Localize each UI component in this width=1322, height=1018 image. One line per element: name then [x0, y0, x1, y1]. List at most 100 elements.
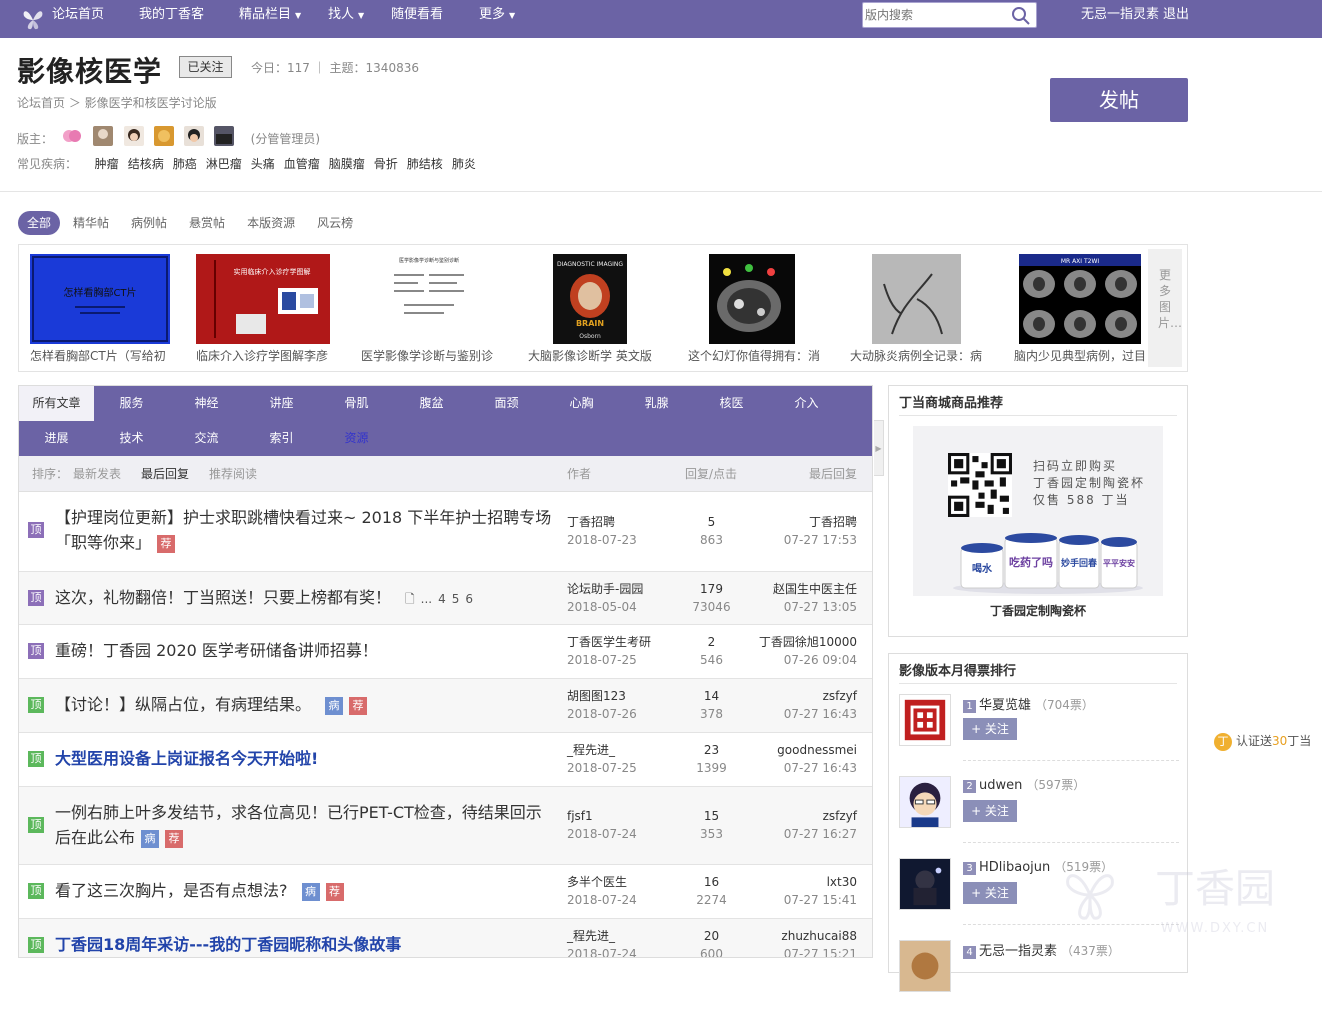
- last-reply[interactable]: 赵国生中医主任 07-27 13:05: [773, 580, 857, 616]
- disease-link[interactable]: 淋巴瘤: [206, 157, 242, 171]
- table-row[interactable]: 顶 【讨论！】纵隔占位，有病理结果。病荐 胡图图123 2018-07-26 14…: [19, 679, 872, 733]
- follow-button[interactable]: + 关注: [963, 718, 1017, 740]
- ad-caption[interactable]: 丁香园定制陶瓷杯: [889, 602, 1187, 619]
- nav-random[interactable]: 随便看看: [391, 0, 443, 30]
- thread-author[interactable]: 丁香招聘 2018-07-23: [567, 513, 637, 549]
- tab-nuclear[interactable]: 核医: [694, 386, 769, 421]
- last-reply[interactable]: 丁香招聘 07-27 17:53: [784, 513, 857, 549]
- thread-title[interactable]: 重磅！丁香园 2020 医学考研储备讲师招募！: [55, 638, 555, 663]
- last-reply[interactable]: goodnessmei 07-27 16:43: [777, 741, 857, 777]
- tab-interventional[interactable]: 介入: [769, 386, 844, 421]
- search-icon[interactable]: [1011, 6, 1031, 26]
- nav-find-people[interactable]: 找人 ▼: [328, 0, 364, 30]
- thread-author[interactable]: _程先进_ 2018-07-25: [567, 741, 637, 777]
- gallery-thumb-brain-mri[interactable]: MR AXI T2WI: [1019, 254, 1141, 344]
- thread-author[interactable]: fjsf1 2018-07-24: [567, 807, 637, 843]
- disease-link[interactable]: 骨折: [374, 157, 398, 171]
- user-name-link[interactable]: 无忌一指灵素: [1081, 0, 1159, 30]
- thread-author[interactable]: 论坛助手-园园 2018-05-04: [567, 580, 643, 616]
- thread-author[interactable]: _程先进_ 2018-07-24: [567, 927, 637, 957]
- moderator-avatar[interactable]: [62, 126, 82, 146]
- gallery-caption[interactable]: 怎样看胸部CT片（写给初: [30, 347, 172, 364]
- search-input[interactable]: [865, 6, 1005, 24]
- table-row[interactable]: 顶 丁香园18周年采访---我的丁香园昵称和头像故事 _程先进_ 2018-07-…: [19, 919, 872, 957]
- avatar[interactable]: [899, 694, 951, 746]
- table-row[interactable]: 顶 重磅！丁香园 2020 医学考研储备讲师招募！ 丁香医学生考研 2018-07…: [19, 625, 872, 679]
- filter-cases[interactable]: 病例帖: [122, 211, 176, 235]
- tab-service[interactable]: 服务: [94, 386, 169, 421]
- last-reply[interactable]: zsfzyf 07-27 16:43: [784, 687, 857, 723]
- filter-resources[interactable]: 本版资源: [238, 211, 304, 235]
- filter-essence[interactable]: 精华帖: [64, 211, 118, 235]
- page-link[interactable]: 4: [438, 592, 446, 606]
- moderator-avatar[interactable]: [124, 126, 144, 146]
- tab-musculoskeletal[interactable]: 骨肌: [319, 386, 394, 421]
- sidebar-collapse-toggle[interactable]: ▶: [874, 420, 884, 476]
- gallery-thumb-chest-ct[interactable]: 怎样看胸部CT片: [30, 254, 170, 344]
- breadcrumb[interactable]: 论坛首页 ＞ 影像医学和核医学讨论版: [17, 94, 217, 111]
- followed-button[interactable]: 已关注: [179, 56, 232, 78]
- moderator-avatar[interactable]: [93, 126, 113, 146]
- gallery-thumb-interventional-book[interactable]: 实用临床介入诊疗学图解: [196, 254, 330, 344]
- gallery-caption[interactable]: 医学影像学诊断与鉴别诊: [361, 347, 501, 364]
- tab-neuro[interactable]: 神经: [169, 386, 244, 421]
- follow-button[interactable]: + 关注: [963, 800, 1017, 822]
- tab-cardiothoracic[interactable]: 心胸: [544, 386, 619, 421]
- gallery-caption[interactable]: 大动脉炎病例全记录：病: [850, 347, 990, 364]
- gallery-thumb-brain-book[interactable]: DIAGNOSTIC IMAGING BRAIN Osborn: [553, 254, 627, 344]
- table-row[interactable]: 顶 看了这三次胸片，是否有点想法? 病荐 多半个医生 2018-07-24 16 22…: [19, 865, 872, 919]
- rank-user[interactable]: 4 无忌一指灵素 （437票）: [963, 940, 1120, 959]
- thread-title[interactable]: 看了这三次胸片，是否有点想法? 病荐: [55, 878, 555, 903]
- last-reply[interactable]: zhuzhucai88 07-27 15:21: [781, 927, 857, 957]
- page-link[interactable]: 5: [452, 592, 460, 606]
- sort-newest[interactable]: 最新发表: [73, 456, 121, 492]
- thread-title[interactable]: 丁香园18周年采访---我的丁香园昵称和头像故事: [55, 932, 555, 957]
- avatar[interactable]: [899, 940, 951, 992]
- gallery-caption[interactable]: 脑内少见典型病例，过目: [1014, 347, 1146, 364]
- moderator-avatar[interactable]: [184, 126, 204, 146]
- sort-recommended[interactable]: 推荐阅读: [209, 456, 257, 492]
- nav-my-dxy[interactable]: 我的丁香客: [139, 0, 204, 30]
- disease-link[interactable]: 脑膜瘤: [329, 157, 365, 171]
- last-reply[interactable]: 丁香园徐旭10000 07-26 09:04: [759, 633, 857, 669]
- follow-button[interactable]: + 关注: [963, 882, 1017, 904]
- table-row[interactable]: 顶 【护理岗位更新】护士求职跳槽快看过来~ 2018 下半年护士招聘专场「职等你…: [19, 492, 872, 572]
- thread-title[interactable]: 【护理岗位更新】护士求职跳槽快看过来~ 2018 下半年护士招聘专场「职等你来」…: [55, 505, 555, 555]
- thread-title[interactable]: 【讨论！】纵隔占位，有病理结果。病荐: [55, 692, 555, 717]
- last-reply[interactable]: lxt30 07-27 15:41: [784, 873, 857, 909]
- avatar[interactable]: [899, 776, 951, 828]
- avatar[interactable]: [899, 858, 951, 910]
- gallery-caption[interactable]: 大脑影像诊断学 英文版: [528, 347, 668, 364]
- page-link[interactable]: 6: [465, 592, 473, 606]
- rank-user[interactable]: 2 udwen （597票）: [963, 776, 1085, 793]
- clove-logo-icon[interactable]: [18, 4, 48, 34]
- sort-last-reply[interactable]: 最后回复: [141, 456, 189, 492]
- gallery-thumb-ct-slide[interactable]: [709, 254, 795, 344]
- thread-author[interactable]: 丁香医学生考研 2018-07-25: [567, 633, 651, 669]
- disease-link[interactable]: 肺炎: [452, 157, 476, 171]
- rank-user[interactable]: 1 华夏览雄 （704票）: [963, 694, 1094, 713]
- last-reply[interactable]: zsfzyf 07-27 16:27: [784, 807, 857, 843]
- nav-featured[interactable]: 精品栏目 ▼: [239, 0, 301, 30]
- disease-link[interactable]: 血管瘤: [284, 157, 320, 171]
- tab-lecture[interactable]: 讲座: [244, 386, 319, 421]
- gallery-caption[interactable]: 这个幻灯你值得拥有：消: [688, 347, 828, 364]
- verify-promo[interactable]: 丁认证送30丁当: [1214, 731, 1311, 751]
- more-images-button[interactable]: 更多图片…: [1148, 249, 1182, 367]
- mug-ad-banner[interactable]: 扫码立即购买 丁香园定制陶瓷杯 仅售 588 丁当 喝水 吃药了吗 妙手回春 平平安…: [913, 426, 1163, 596]
- disease-link[interactable]: 结核病: [128, 157, 164, 171]
- table-row[interactable]: 顶 这次，礼物翻倍！丁当照送！只要上榜都有奖！ 🗋... 4 5 6 论坛助手-园园 20…: [19, 572, 872, 625]
- thread-author[interactable]: 胡图图123 2018-07-26: [567, 687, 637, 723]
- tab-resources[interactable]: 资源: [319, 421, 394, 456]
- table-row[interactable]: 顶 大型医用设备上岗证报名今天开始啦! _程先进_ 2018-07-25 23 13…: [19, 733, 872, 787]
- tab-abdomen-pelvis[interactable]: 腹盆: [394, 386, 469, 421]
- disease-link[interactable]: 肿瘤: [95, 157, 119, 171]
- moderator-avatar[interactable]: [214, 126, 234, 146]
- tab-head-neck[interactable]: 面颈: [469, 386, 544, 421]
- tab-all-articles[interactable]: 所有文章: [19, 386, 94, 421]
- disease-link[interactable]: 肺癌: [173, 157, 197, 171]
- nav-more[interactable]: 更多 ▼: [479, 0, 515, 30]
- tab-index[interactable]: 索引: [244, 421, 319, 456]
- thread-title[interactable]: 一例右肺上叶多发结节，求各位高见！已行PET-CT检查，待结果回示后在此公布病荐: [55, 800, 550, 850]
- table-row[interactable]: 顶 一例右肺上叶多发结节，求各位高见！已行PET-CT检查，待结果回示后在此公布…: [19, 787, 872, 865]
